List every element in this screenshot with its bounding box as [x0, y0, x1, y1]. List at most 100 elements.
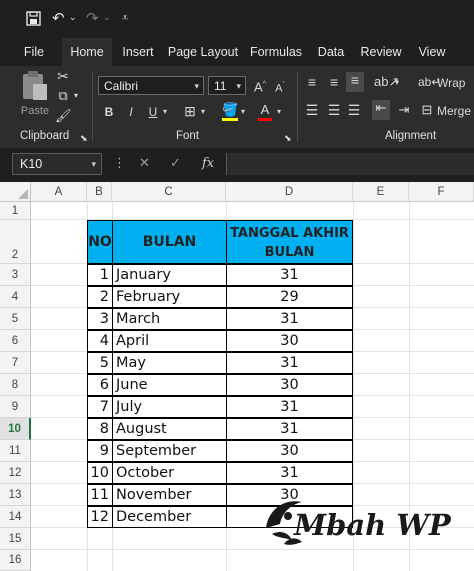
cell-month[interactable]: May [112, 352, 227, 374]
underline-button[interactable]: U [146, 104, 160, 120]
cell-no[interactable]: 4 [87, 330, 113, 352]
header-no[interactable]: NO [87, 220, 113, 264]
column-header-c[interactable]: C [112, 182, 226, 202]
row-header-4[interactable]: 4 [0, 286, 31, 308]
increase-indent-icon[interactable]: ⇥ [396, 102, 412, 118]
cell-no[interactable]: 10 [87, 462, 113, 484]
tab-file[interactable]: File [14, 38, 54, 66]
decrease-indent-icon[interactable]: ⇤ [372, 100, 390, 120]
cell-month[interactable]: November [112, 484, 227, 506]
cell-no[interactable]: 9 [87, 440, 113, 462]
row-header-6[interactable]: 6 [0, 330, 31, 352]
orientation-icon[interactable]: ab↗ [374, 74, 399, 90]
underline-dropdown-icon[interactable]: ▾ [160, 104, 170, 120]
row-header-13[interactable]: 13 [0, 484, 31, 506]
tab-insert[interactable]: Insert [116, 38, 160, 66]
select-all-corner[interactable] [0, 182, 31, 202]
cell-no[interactable]: 7 [87, 396, 113, 418]
cell-month[interactable]: April [112, 330, 227, 352]
undo-dropdown-icon[interactable]: ⌄ [69, 9, 77, 27]
wrap-text-icon[interactable]: ab↵ [418, 74, 441, 90]
cell-month[interactable]: September [112, 440, 227, 462]
formula-input[interactable] [226, 153, 474, 175]
increase-font-icon[interactable]: A^ [252, 77, 268, 95]
tab-page-layout[interactable]: Page Layout [166, 38, 240, 66]
cell-month[interactable]: March [112, 308, 227, 330]
cell-no[interactable]: 3 [87, 308, 113, 330]
customize-qat-icon[interactable]: ⩡ [122, 9, 128, 27]
bold-button[interactable]: B [102, 104, 116, 120]
tab-home[interactable]: Home [62, 38, 112, 66]
clipboard-launcher-icon[interactable]: ⬊ [80, 130, 88, 146]
cell-month[interactable]: July [112, 396, 227, 418]
row-header-8[interactable]: 8 [0, 374, 31, 396]
cell-month[interactable]: October [112, 462, 227, 484]
redo-dropdown-icon[interactable]: ⌄ [103, 9, 111, 27]
cut-icon[interactable]: ✂ [55, 68, 71, 84]
row-header-5[interactable]: 5 [0, 308, 31, 330]
cell-day[interactable]: 31 [226, 462, 353, 484]
cell-month[interactable]: August [112, 418, 227, 440]
name-box[interactable]: K10 ▾ [12, 153, 102, 175]
align-right-icon[interactable]: ☰ [346, 102, 362, 118]
row-header-1[interactable]: 1 [0, 202, 31, 220]
orientation-dropdown-icon[interactable]: ▾ [392, 75, 402, 91]
merge-icon[interactable]: ⊟ [418, 102, 436, 118]
middle-align-icon[interactable]: ≡ [326, 74, 342, 90]
borders-icon[interactable]: ⊞ [182, 103, 198, 119]
fill-color-dropdown-icon[interactable]: ▾ [238, 104, 248, 120]
header-tanggal-akhir-bulan[interactable]: TANGGAL AKHIR BULAN [226, 220, 353, 264]
column-header-e[interactable]: E [353, 182, 409, 202]
merge-label[interactable]: Merge [437, 103, 471, 119]
column-header-d[interactable]: D [226, 182, 353, 202]
tab-review[interactable]: Review [358, 38, 404, 66]
cell-no[interactable]: 1 [87, 264, 113, 286]
copy-dropdown-icon[interactable]: ▾ [71, 88, 81, 104]
font-name-combo[interactable]: Calibri ▾ [98, 76, 204, 95]
more-options-icon[interactable]: ⋮ [113, 156, 126, 172]
save-icon[interactable] [26, 11, 41, 26]
row-header-15[interactable]: 15 [0, 528, 31, 550]
tab-view[interactable]: View [414, 38, 450, 66]
format-painter-icon[interactable]: 🖌 [55, 108, 72, 124]
cell-day[interactable]: 30 [226, 330, 353, 352]
cell-no[interactable]: 2 [87, 286, 113, 308]
align-center-icon[interactable]: ☰ [326, 102, 342, 118]
fill-color-icon[interactable]: 🪣 [222, 102, 238, 121]
cell-day[interactable]: 30 [226, 374, 353, 396]
font-color-dropdown-icon[interactable]: ▾ [274, 104, 284, 120]
cell-day[interactable]: 31 [226, 396, 353, 418]
cell-no[interactable]: 8 [87, 418, 113, 440]
cell-no[interactable]: 12 [87, 506, 113, 528]
cell-month[interactable]: June [112, 374, 227, 396]
cell-month[interactable]: February [112, 286, 227, 308]
row-header-7[interactable]: 7 [0, 352, 31, 374]
copy-icon[interactable]: ⧉ [55, 88, 71, 104]
paste-button[interactable]: Paste [18, 70, 52, 122]
borders-dropdown-icon[interactable]: ▾ [198, 104, 208, 120]
cell-day[interactable]: 31 [226, 264, 353, 286]
row-header-3[interactable]: 3 [0, 264, 31, 286]
row-header-10[interactable]: 10 [0, 418, 31, 440]
tab-formulas[interactable]: Formulas [247, 38, 305, 66]
undo-icon[interactable]: ↶ [52, 9, 65, 27]
cancel-icon[interactable]: ✕ [139, 156, 150, 172]
cell-day[interactable]: 31 [226, 418, 353, 440]
row-header-11[interactable]: 11 [0, 440, 31, 462]
font-color-icon[interactable]: A [258, 102, 272, 121]
cell-no[interactable]: 5 [87, 352, 113, 374]
font-size-combo[interactable]: 11 ▾ [208, 76, 246, 95]
enter-icon[interactable]: ✓ [170, 156, 181, 172]
insert-function-icon[interactable]: fx [202, 156, 214, 172]
row-header-12[interactable]: 12 [0, 462, 31, 484]
row-header-2[interactable]: 2 [0, 220, 31, 264]
cell-no[interactable]: 11 [87, 484, 113, 506]
decrease-font-icon[interactable]: Aˇ [272, 78, 288, 97]
column-header-a[interactable]: A [31, 182, 87, 202]
cell-day[interactable]: 31 [226, 352, 353, 374]
cell-month[interactable]: January [112, 264, 227, 286]
align-left-icon[interactable]: ☰ [304, 102, 320, 118]
cell-day[interactable]: 31 [226, 308, 353, 330]
top-align-icon[interactable]: ≡ [304, 74, 320, 90]
tab-data[interactable]: Data [313, 38, 349, 66]
